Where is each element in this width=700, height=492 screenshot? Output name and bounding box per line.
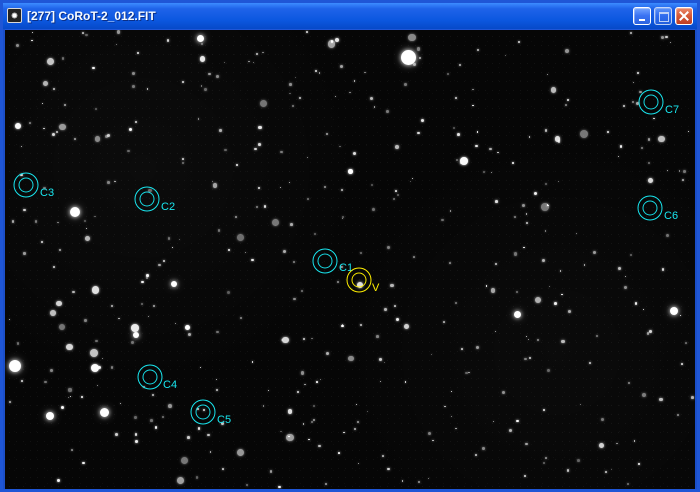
aperture-label: C6: [664, 210, 678, 222]
aperture-label: C5: [217, 414, 231, 426]
aperture-c4[interactable]: C4: [137, 364, 177, 391]
minimize-icon: [639, 19, 645, 21]
aperture-c3[interactable]: C3: [13, 172, 54, 199]
aperture-c2[interactable]: C2: [134, 186, 175, 213]
aperture-c6[interactable]: C6: [637, 195, 678, 222]
fits-image-window[interactable]: [277] CoRoT-2_012.FIT C1 V C2 C3 C4 C5 C…: [0, 0, 700, 492]
window-title-bar[interactable]: [277] CoRoT-2_012.FIT: [3, 3, 697, 29]
fits-image-viewport[interactable]: C1 V C2 C3 C4 C5 C6 C7: [5, 29, 695, 490]
aperture-c1[interactable]: C1: [312, 248, 353, 274]
maximize-button[interactable]: [654, 7, 672, 25]
minimize-button[interactable]: [633, 7, 651, 25]
aperture-label: C2: [161, 201, 175, 213]
close-button[interactable]: [675, 7, 693, 25]
aperture-c5[interactable]: C5: [190, 399, 231, 426]
maximize-icon: [659, 12, 669, 22]
aperture-label: V: [372, 282, 380, 294]
astronomy-image-icon: [7, 8, 22, 23]
photometry-apertures-overlay[interactable]: C1 V C2 C3 C4 C5 C6 C7: [5, 30, 695, 490]
window-title: [277] CoRoT-2_012.FIT: [27, 9, 156, 23]
aperture-c7[interactable]: C7: [638, 89, 679, 116]
aperture-label: C4: [163, 379, 177, 391]
aperture-label: C3: [40, 187, 54, 199]
aperture-label: C7: [665, 104, 679, 116]
aperture-label: C1: [339, 262, 353, 274]
close-icon: [679, 10, 689, 21]
